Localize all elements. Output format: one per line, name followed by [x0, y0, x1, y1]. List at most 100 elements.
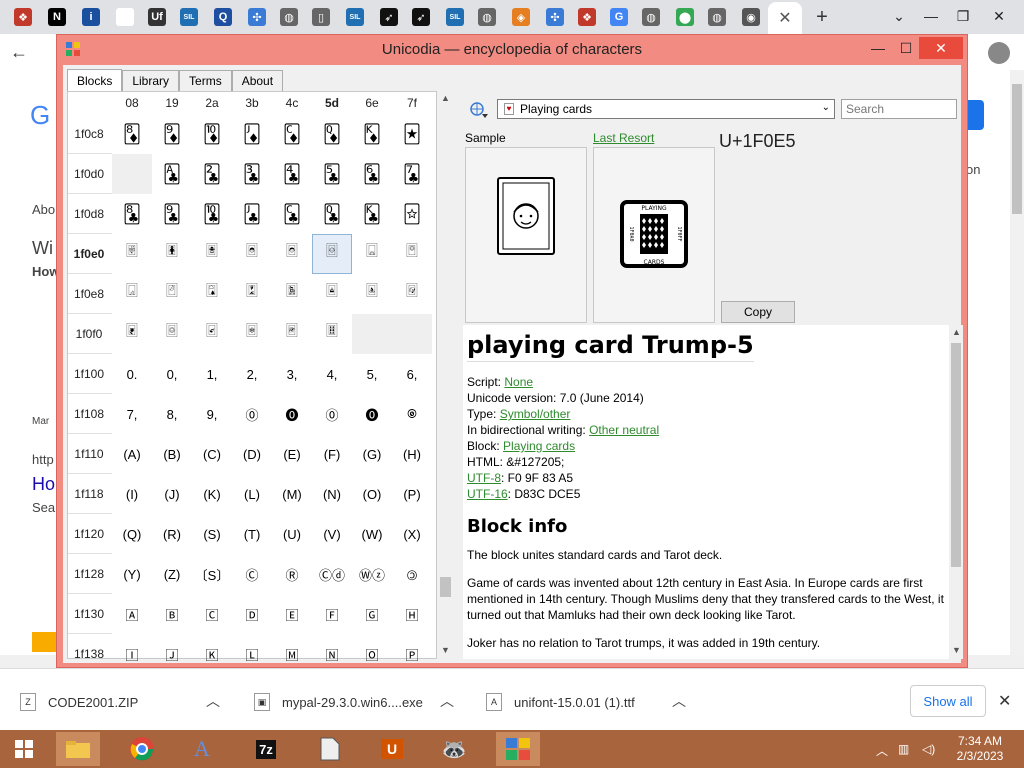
char-cell[interactable]: 🃍 [312, 114, 352, 154]
start-button[interactable] [2, 732, 46, 766]
chrome-icon[interactable] [120, 732, 164, 766]
tab-blocks[interactable]: Blocks [67, 69, 123, 92]
tab-terms[interactable]: Terms [179, 70, 232, 91]
char-cell[interactable]: 🃬 [272, 274, 312, 314]
char-cell[interactable]: 🃡 [152, 234, 192, 274]
char-cell[interactable]: 8, [152, 394, 192, 434]
minimize-browser-button[interactable]: — [916, 4, 946, 28]
char-cell[interactable]: 🃰 [112, 314, 152, 354]
utf16-link[interactable]: UTF-16 [467, 487, 508, 501]
char-cell[interactable]: 🃌 [272, 114, 312, 154]
grid-scrollbar[interactable]: ▲ ▼ [438, 91, 453, 659]
char-cell[interactable]: 🄵 [312, 594, 352, 634]
char-cell[interactable]: 🃧 [392, 234, 432, 274]
char-cell[interactable]: 🃊 [192, 114, 232, 154]
char-cell[interactable]: 7, [112, 394, 152, 434]
char-cell[interactable]: 1, [192, 354, 232, 394]
script-link[interactable]: None [504, 375, 533, 389]
browser-tab[interactable]: Uf [144, 5, 170, 29]
download-item-0[interactable]: Z CODE2001.ZIP [20, 693, 138, 711]
pdf-app-icon[interactable]: U [370, 732, 414, 766]
char-cell[interactable]: 🃓 [232, 154, 272, 194]
char-cell[interactable]: 5, [352, 354, 392, 394]
char-cell[interactable]: 🄰 [112, 594, 152, 634]
browser-tab[interactable]: ❖ [574, 5, 600, 29]
char-cell[interactable]: 🃪 [192, 274, 232, 314]
char-cell[interactable]: 🄍 [392, 394, 432, 434]
tray-chevron-icon[interactable]: ︿ [876, 742, 888, 759]
char-cell[interactable]: (B) [152, 434, 192, 474]
char-cell[interactable]: 4, [312, 354, 352, 394]
utf8-link[interactable]: UTF-8 [467, 471, 501, 485]
browser-tab[interactable]: ◈ [508, 5, 534, 29]
raccoon-app-icon[interactable]: 🦝 [432, 732, 476, 766]
char-cell[interactable]: Ⓡ [272, 554, 312, 594]
chevron-down-icon[interactable]: ⌄ [884, 4, 914, 28]
char-cell[interactable]: (R) [152, 514, 192, 554]
char-cell[interactable]: 🃖 [352, 154, 392, 194]
chevron-up-icon[interactable]: ︿ [206, 691, 220, 711]
char-cell[interactable]: 🃕 [312, 154, 352, 194]
char-cell[interactable]: (H) [392, 434, 432, 474]
browser-tab[interactable]: ➶ [408, 5, 434, 29]
close-downloads-icon[interactable]: ✕ [998, 691, 1011, 711]
type-link[interactable]: Symbol/other [500, 407, 571, 421]
char-cell[interactable]: 🃨 [112, 274, 152, 314]
char-cell[interactable]: (E) [272, 434, 312, 474]
char-cell[interactable]: 🃲 [192, 314, 232, 354]
char-cell[interactable]: 🃋 [232, 114, 272, 154]
char-cell[interactable]: (Z) [152, 554, 192, 594]
char-cell[interactable]: 🃎 [352, 114, 392, 154]
browser-tab[interactable]: ✣ [542, 5, 568, 29]
char-cell[interactable]: (Q) [112, 514, 152, 554]
browser-tab[interactable]: SIL [342, 5, 368, 29]
browser-tab[interactable]: ◉ [738, 5, 764, 29]
char-cell[interactable]: 🃮 [352, 274, 392, 314]
char-cell[interactable]: 🄱 [152, 594, 192, 634]
char-cell[interactable]: (D) [232, 434, 272, 474]
char-cell[interactable]: 🃢 [192, 234, 232, 274]
scroll-up-icon[interactable]: ▲ [438, 93, 453, 103]
browser-tab[interactable]: N [44, 5, 70, 29]
profile-avatar[interactable] [988, 42, 1010, 64]
char-cell[interactable]: 🄯 [392, 554, 432, 594]
network-icon[interactable]: ▥ [898, 742, 909, 756]
browser-tab[interactable]: ◍ [638, 5, 664, 29]
char-cell[interactable]: 🃤 [272, 234, 312, 274]
char-cell[interactable]: 🃯 [392, 274, 432, 314]
char-cell[interactable]: (K) [192, 474, 232, 514]
close-button[interactable]: ✕ [919, 37, 963, 59]
char-cell[interactable]: (U) [272, 514, 312, 554]
char-cell[interactable] [392, 314, 432, 354]
browser-tab[interactable]: i [78, 5, 104, 29]
char-cell[interactable]: (W) [352, 514, 392, 554]
char-cell[interactable]: Ⓒⓓ [312, 554, 352, 594]
browser-tab[interactable]: SIL [442, 5, 468, 29]
char-cell[interactable]: 🃞 [352, 194, 392, 234]
char-cell[interactable]: 🃘 [112, 194, 152, 234]
browser-tab[interactable]: Q [210, 5, 236, 29]
char-cell[interactable]: 🃔 [272, 154, 312, 194]
char-cell[interactable]: 🃱 [152, 314, 192, 354]
char-cell[interactable]: 🃵 [312, 314, 352, 354]
char-cell[interactable]: 🃜 [272, 194, 312, 234]
show-all-button[interactable]: Show all [910, 685, 986, 717]
download-item-2[interactable]: Aunifont-15.0.01 (1).ttf [486, 693, 635, 711]
char-cell[interactable]: Ⓦⓩ [352, 554, 392, 594]
back-arrow-icon[interactable]: ← [10, 42, 28, 63]
unicodia-taskbar-icon[interactable] [496, 732, 540, 766]
maximize-button[interactable]: ☐ [891, 37, 921, 59]
char-cell[interactable]: 🃈 [112, 114, 152, 154]
char-cell[interactable]: 🃦 [352, 234, 392, 274]
char-cell[interactable]: 🃝 [312, 194, 352, 234]
char-cell[interactable]: ⓪ [232, 394, 272, 434]
chevron-down-icon[interactable]: ⌄ [822, 102, 830, 113]
grid-scroll-thumb[interactable] [440, 577, 451, 597]
browser-tab[interactable] [112, 5, 138, 29]
char-cell[interactable]: 🃛 [232, 194, 272, 234]
char-cell[interactable]: 〔S〕 [192, 554, 232, 594]
block-select[interactable]: ♥ Playing cards ⌄ [497, 99, 835, 119]
info-scrollbar[interactable]: ▲ ▼ [949, 325, 963, 659]
char-cell[interactable]: (J) [152, 474, 192, 514]
char-cell[interactable]: (M) [272, 474, 312, 514]
